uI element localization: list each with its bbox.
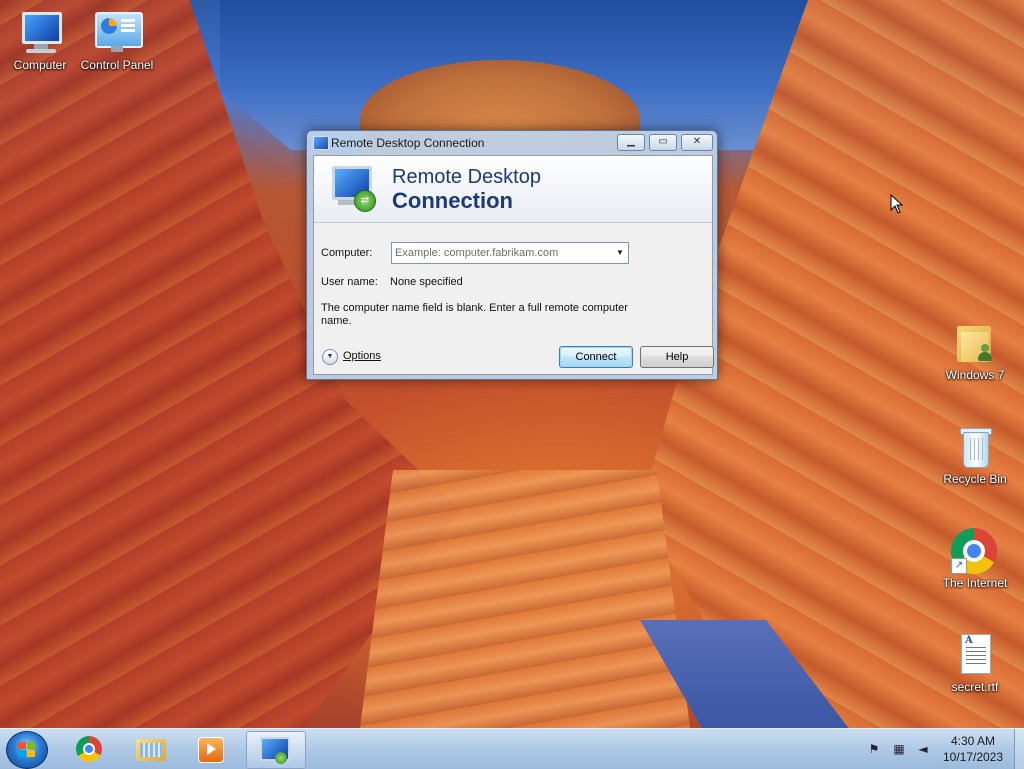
desktop-icon-label: secret.rtf [951, 680, 999, 694]
computer-label: Computer: [321, 247, 373, 259]
shortcut-arrow-icon: ↗ [951, 558, 967, 574]
chevron-down-icon[interactable]: ▼ [614, 246, 626, 260]
chrome-shortcut-icon: ↗ [951, 528, 999, 574]
control-panel-icon [93, 10, 143, 54]
sandstone-reflection [360, 470, 690, 728]
dialog-banner: ⇄ Remote Desktop Connection [314, 156, 712, 223]
username-label: User name: [321, 276, 378, 288]
taskbar-media-player[interactable] [184, 731, 238, 767]
desktop-icon-control-panel[interactable]: Control Panel [77, 10, 157, 72]
desktop-icon-recycle-bin[interactable]: Recycle Bin [935, 424, 1015, 486]
desktop-icon-label: Computer [13, 58, 67, 72]
rtf-document-icon: A [951, 632, 999, 676]
user-folder-icon [951, 320, 999, 364]
start-button[interactable] [6, 731, 48, 769]
desktop-icon-label: Control Panel [80, 58, 154, 72]
connect-button[interactable]: Connect [559, 346, 633, 368]
desktop-icon-label: Windows 7 [945, 368, 1005, 382]
taskbar-explorer[interactable] [124, 731, 178, 767]
desktop-icon-secret-rtf[interactable]: A secret.rtf [935, 632, 1015, 694]
clock-time: 4:30 AM [950, 734, 996, 748]
network-icon[interactable]: ▦ [891, 741, 907, 757]
banner-title-line1: Remote Desktop [392, 166, 541, 188]
desktop-icon-label: The Internet [942, 576, 1008, 590]
banner-title-line2: Connection [392, 188, 513, 213]
desktop-icon-windows7-folder[interactable]: Windows 7 [935, 320, 1015, 382]
expand-chevron-icon: ▼ [322, 349, 338, 365]
system-clock[interactable]: 4:30 AM 10/17/2023 [938, 733, 1008, 765]
dialog-client-area: ⇄ Remote Desktop Connection Computer: ▼ … [313, 155, 714, 375]
computer-combobox[interactable]: ▼ [391, 242, 629, 264]
clock-date: 10/17/2023 [942, 750, 1004, 764]
options-label: Options [343, 350, 381, 362]
maximize-button[interactable]: ▭ [649, 134, 677, 151]
desktop-icon-computer[interactable]: Computer [0, 10, 80, 72]
help-button[interactable]: Help [640, 346, 714, 368]
username-value: None specified [390, 276, 463, 288]
action-center-flag-icon[interactable]: ⚑ [866, 741, 882, 757]
taskbar: ⚑ ▦ ◄ 4:30 AM 10/17/2023 [0, 728, 1024, 769]
desktop-icon-the-internet[interactable]: ↗ The Internet [935, 528, 1015, 590]
chrome-icon [76, 736, 102, 762]
show-desktop-button[interactable] [1014, 729, 1024, 769]
computer-icon [16, 10, 64, 54]
close-button[interactable]: ✕ [681, 134, 713, 151]
windows-logo-icon [18, 742, 36, 758]
taskbar-chrome[interactable] [61, 731, 115, 767]
volume-muted-icon[interactable]: ◄ [915, 741, 931, 757]
taskbar-remote-desktop[interactable] [246, 731, 306, 769]
dialog-title: Remote Desktop Connection [331, 136, 485, 150]
computer-input[interactable] [395, 245, 605, 260]
remote-desktop-icon [313, 136, 329, 150]
remote-desktop-dialog: Remote Desktop Connection ▁ ▭ ✕ ⇄ Remote… [306, 130, 718, 380]
options-toggle[interactable]: ▼ Options [322, 348, 392, 366]
dialog-titlebar[interactable]: Remote Desktop Connection ▁ ▭ ✕ [307, 131, 717, 155]
recycle-bin-icon [951, 424, 999, 468]
remote-desktop-logo-icon: ⇄ [328, 164, 378, 212]
status-message: The computer name field is blank. Enter … [321, 302, 628, 327]
desktop-icon-label: Recycle Bin [943, 472, 1007, 486]
minimize-button[interactable]: ▁ [617, 134, 645, 151]
